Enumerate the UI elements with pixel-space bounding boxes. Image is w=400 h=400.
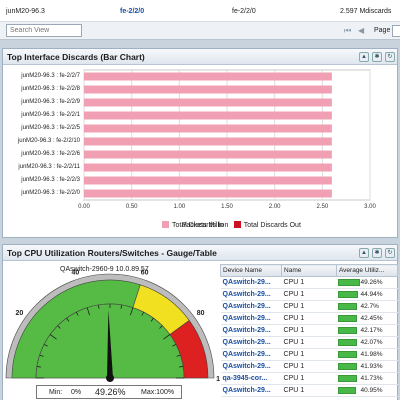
- gauge-readout: Min: 0% 49.26% Max:100%: [36, 385, 182, 399]
- table-row[interactable]: QAswitch-29... CPU 1 44.94%: [220, 288, 398, 301]
- utilization-cell: 41.93%: [336, 360, 398, 373]
- utilization-bar: [338, 350, 357, 358]
- cpu-name-cell: CPU 1: [281, 348, 337, 361]
- utilization-value: 49.26%: [360, 279, 383, 286]
- utilization-bar: [338, 362, 357, 370]
- utilization-value: 42.07%: [360, 339, 383, 346]
- utilization-value: 42.17%: [360, 327, 383, 334]
- info-icon[interactable]: ▲: [359, 248, 369, 258]
- utilization-value: 40.95%: [360, 387, 383, 394]
- utilization-bar: [338, 314, 358, 322]
- device-name-link[interactable]: QAswitch-29...: [220, 324, 282, 337]
- utilization-value: 42.7%: [360, 303, 379, 310]
- table-row[interactable]: QAswitch-29... CPU 1 49.26%: [220, 276, 398, 289]
- cpu-name-cell: CPU 1: [281, 360, 337, 373]
- utilization-cell: 42.17%: [336, 324, 398, 337]
- table-row[interactable]: QAswitch-29... CPU 1 42.7%: [220, 300, 398, 313]
- refresh-icon[interactable]: ↻: [385, 248, 395, 258]
- cpu-name-cell: CPU 1: [281, 372, 337, 385]
- utilization-value: 42.45%: [360, 315, 383, 322]
- gauge-min-value: 0%: [71, 389, 82, 396]
- utilization-bar: [338, 374, 357, 382]
- cpu-name-cell: CPU 1: [281, 300, 337, 313]
- table-row[interactable]: QAswitch-29... CPU 1 41.98%: [220, 348, 398, 361]
- gauge-value: 49.26%: [95, 387, 126, 397]
- legend-item-out[interactable]: Total Discards Out: [233, 221, 301, 229]
- x-tick-label: 2.50: [316, 204, 329, 210]
- table-row[interactable]: QAswitch-29... CPU 1 42.45%: [220, 312, 398, 325]
- utilization-bar: [338, 326, 357, 334]
- utilization-cell: 42.45%: [336, 312, 398, 325]
- device-name-link[interactable]: QAswitch-29...: [220, 336, 282, 349]
- utilization-value: 41.98%: [360, 351, 383, 358]
- utilization-bar: [338, 338, 357, 346]
- table-header-row: Device Name Name Average Utiliz...: [219, 264, 399, 277]
- utilization-cell: 41.98%: [336, 348, 398, 361]
- cpu-name-cell: CPU 1: [281, 336, 337, 349]
- cpu-name-cell: CPU 1: [281, 384, 337, 397]
- device-name-link[interactable]: QAswitch-29...: [220, 276, 282, 289]
- x-tick-label: 2.00: [268, 204, 281, 210]
- device-name-link[interactable]: QAswitch-29...: [220, 360, 282, 373]
- cpu-gauge: 020406080100: [0, 269, 220, 383]
- gauge-max-label: Max:100%: [141, 389, 175, 396]
- utilization-value: 41.73%: [360, 375, 383, 382]
- table-row[interactable]: QAswitch-29... CPU 1 41.93%: [220, 360, 398, 373]
- col-name[interactable]: Name: [281, 264, 337, 277]
- x-tick-label: 1.50: [221, 204, 233, 210]
- utilization-cell: 42.7%: [336, 300, 398, 313]
- cpu-name-cell: CPU 1: [281, 312, 337, 325]
- utilization-bar: [338, 290, 359, 298]
- device-name-link[interactable]: qa-3945-cor...: [220, 372, 282, 385]
- device-name-link[interactable]: QAswitch-29...: [220, 384, 282, 397]
- device-name-link[interactable]: QAswitch-29...: [220, 300, 282, 313]
- utilization-cell: 44.94%: [336, 288, 398, 301]
- col-device-name[interactable]: Device Name: [219, 264, 283, 277]
- utilization-bar: [338, 302, 358, 310]
- table-row[interactable]: QAswitch-29... CPU 1 42.07%: [220, 336, 398, 349]
- gauge-scale-label: 40: [71, 269, 79, 276]
- x-tick-label: 3.00: [364, 204, 376, 210]
- device-name-link[interactable]: QAswitch-29...: [220, 312, 282, 325]
- gauge-scale-label: 60: [141, 269, 149, 276]
- utilization-cell: 40.95%: [336, 384, 398, 397]
- table-row[interactable]: qa-3945-cor... CPU 1 41.73%: [220, 372, 398, 385]
- gauge-needle-hub: [106, 374, 114, 382]
- utilization-value: 41.93%: [360, 363, 383, 370]
- legend-label-out: Total Discards Out: [243, 222, 301, 229]
- utilization-cell: 42.07%: [336, 336, 398, 349]
- utilization-cell: 41.73%: [336, 372, 398, 385]
- device-name-link[interactable]: QAswitch-29...: [220, 348, 282, 361]
- utilization-bar: [338, 278, 361, 286]
- utilization-cell: 49.26%: [336, 276, 398, 289]
- gauge-min-label: Min:: [49, 389, 63, 396]
- legend-swatch-out: [233, 221, 241, 228]
- cpu-name-cell: CPU 1: [281, 276, 337, 289]
- cpu-name-cell: CPU 1: [281, 324, 337, 337]
- cpu-name-cell: CPU 1: [281, 288, 337, 301]
- col-average-utilization[interactable]: Average Utiliz...: [335, 264, 399, 277]
- gauge-scale-label: 20: [15, 310, 23, 317]
- utilization-bar: [338, 386, 357, 394]
- table-row[interactable]: QAswitch-29... CPU 1 40.95%: [220, 384, 398, 397]
- gauge-scale-label: 80: [197, 310, 205, 317]
- settings-icon[interactable]: ✱: [372, 248, 382, 258]
- utilization-value: 44.94%: [360, 291, 383, 298]
- device-name-link[interactable]: QAswitch-29...: [220, 288, 282, 301]
- table-row[interactable]: QAswitch-29... CPU 1 42.17%: [220, 324, 398, 337]
- cpu-table: Device Name Name Average Utiliz... QAswi…: [219, 264, 399, 397]
